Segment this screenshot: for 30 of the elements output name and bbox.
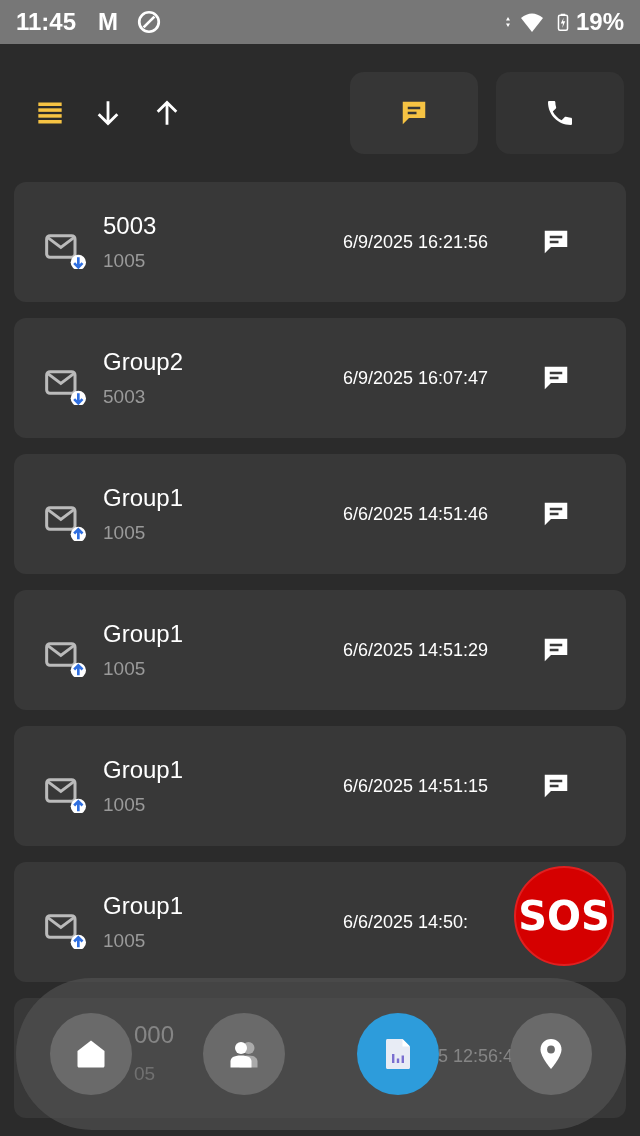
message-card[interactable]: 5003 1005 6/9/2025 16:21:56 xyxy=(14,182,626,302)
message-datetime: 6/9/2025 16:21:56 xyxy=(343,230,490,254)
message-card[interactable]: Group1 1005 6/6/2025 14:51:15 xyxy=(14,726,626,846)
message-datetime: 6/6/2025 14:51:29 xyxy=(343,638,490,662)
message-sender: 1005 xyxy=(103,657,147,681)
message-sender: 1005 xyxy=(103,521,147,545)
messages-filter-button[interactable] xyxy=(350,72,478,154)
message-card[interactable]: Group2 5003 6/9/2025 16:07:47 xyxy=(14,318,626,438)
message-datetime: 5 12:56:4 xyxy=(438,1045,514,1068)
carrier-label: M xyxy=(98,7,119,37)
blocked-icon xyxy=(136,9,163,35)
message-title: Group1 xyxy=(103,891,185,921)
message-datetime: 6/6/2025 14:50: xyxy=(343,910,470,934)
message-title: 5003 xyxy=(103,211,158,241)
message-datetime: 6/6/2025 14:51:46 xyxy=(343,502,490,526)
message-title: Group1 xyxy=(103,483,185,513)
message-title: Group1 xyxy=(103,755,185,785)
message-card[interactable]: Group1 1005 6/6/2025 14:51:29 xyxy=(14,590,626,710)
message-sender: 5003 xyxy=(103,385,147,409)
message-title: 000 xyxy=(134,1020,175,1050)
message-title: Group2 xyxy=(103,347,185,377)
message-title: Group1 xyxy=(103,619,185,649)
message-sender: 1005 xyxy=(103,929,147,953)
clock-time: 11:45 xyxy=(16,7,77,37)
message-card[interactable]: Group1 1005 6/6/2025 14:51:46 xyxy=(14,454,626,574)
message-sender: 1005 xyxy=(103,249,147,273)
battery-level: 19% xyxy=(575,7,624,37)
message-datetime: 6/9/2025 16:07:47 xyxy=(343,366,490,390)
message-sender: 1005 xyxy=(103,793,147,817)
message-datetime: 6/6/2025 14:51:15 xyxy=(343,774,490,798)
